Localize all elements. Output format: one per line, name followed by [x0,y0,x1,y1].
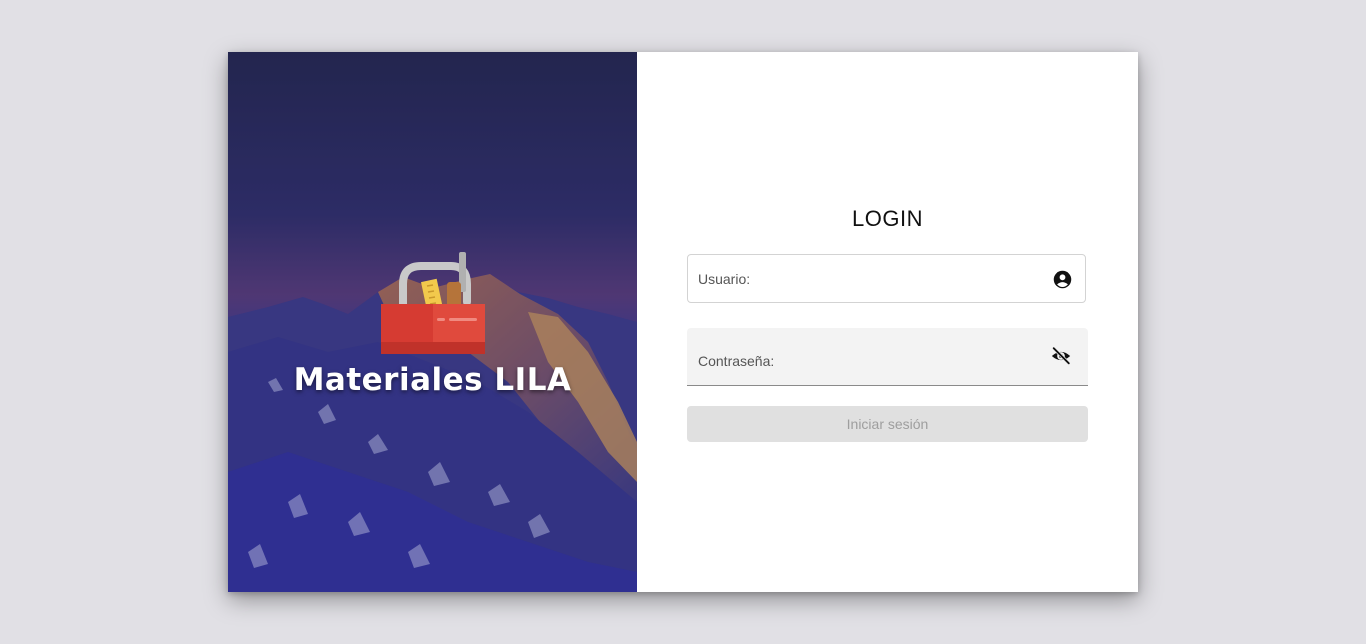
username-field[interactable]: Usuario: [687,254,1086,303]
login-button[interactable]: Iniciar sesión [687,406,1088,442]
login-form-panel: LOGIN Usuario: Contraseña: Iniciar sesió… [637,52,1138,592]
login-card: Materiales LILA LOGIN Usuario: Contraseñ… [228,52,1138,592]
toolbox-icon [381,252,485,354]
brand-name: Materiales LILA [293,362,572,398]
hero-panel: Materiales LILA [228,52,637,592]
password-field[interactable]: Contraseña: [687,328,1088,386]
password-label: Contraseña: [698,353,775,369]
username-label: Usuario: [698,271,751,287]
account-circle-icon [1053,270,1072,289]
visibility-off-icon[interactable] [1050,345,1072,367]
page-title: LOGIN [852,206,923,231]
